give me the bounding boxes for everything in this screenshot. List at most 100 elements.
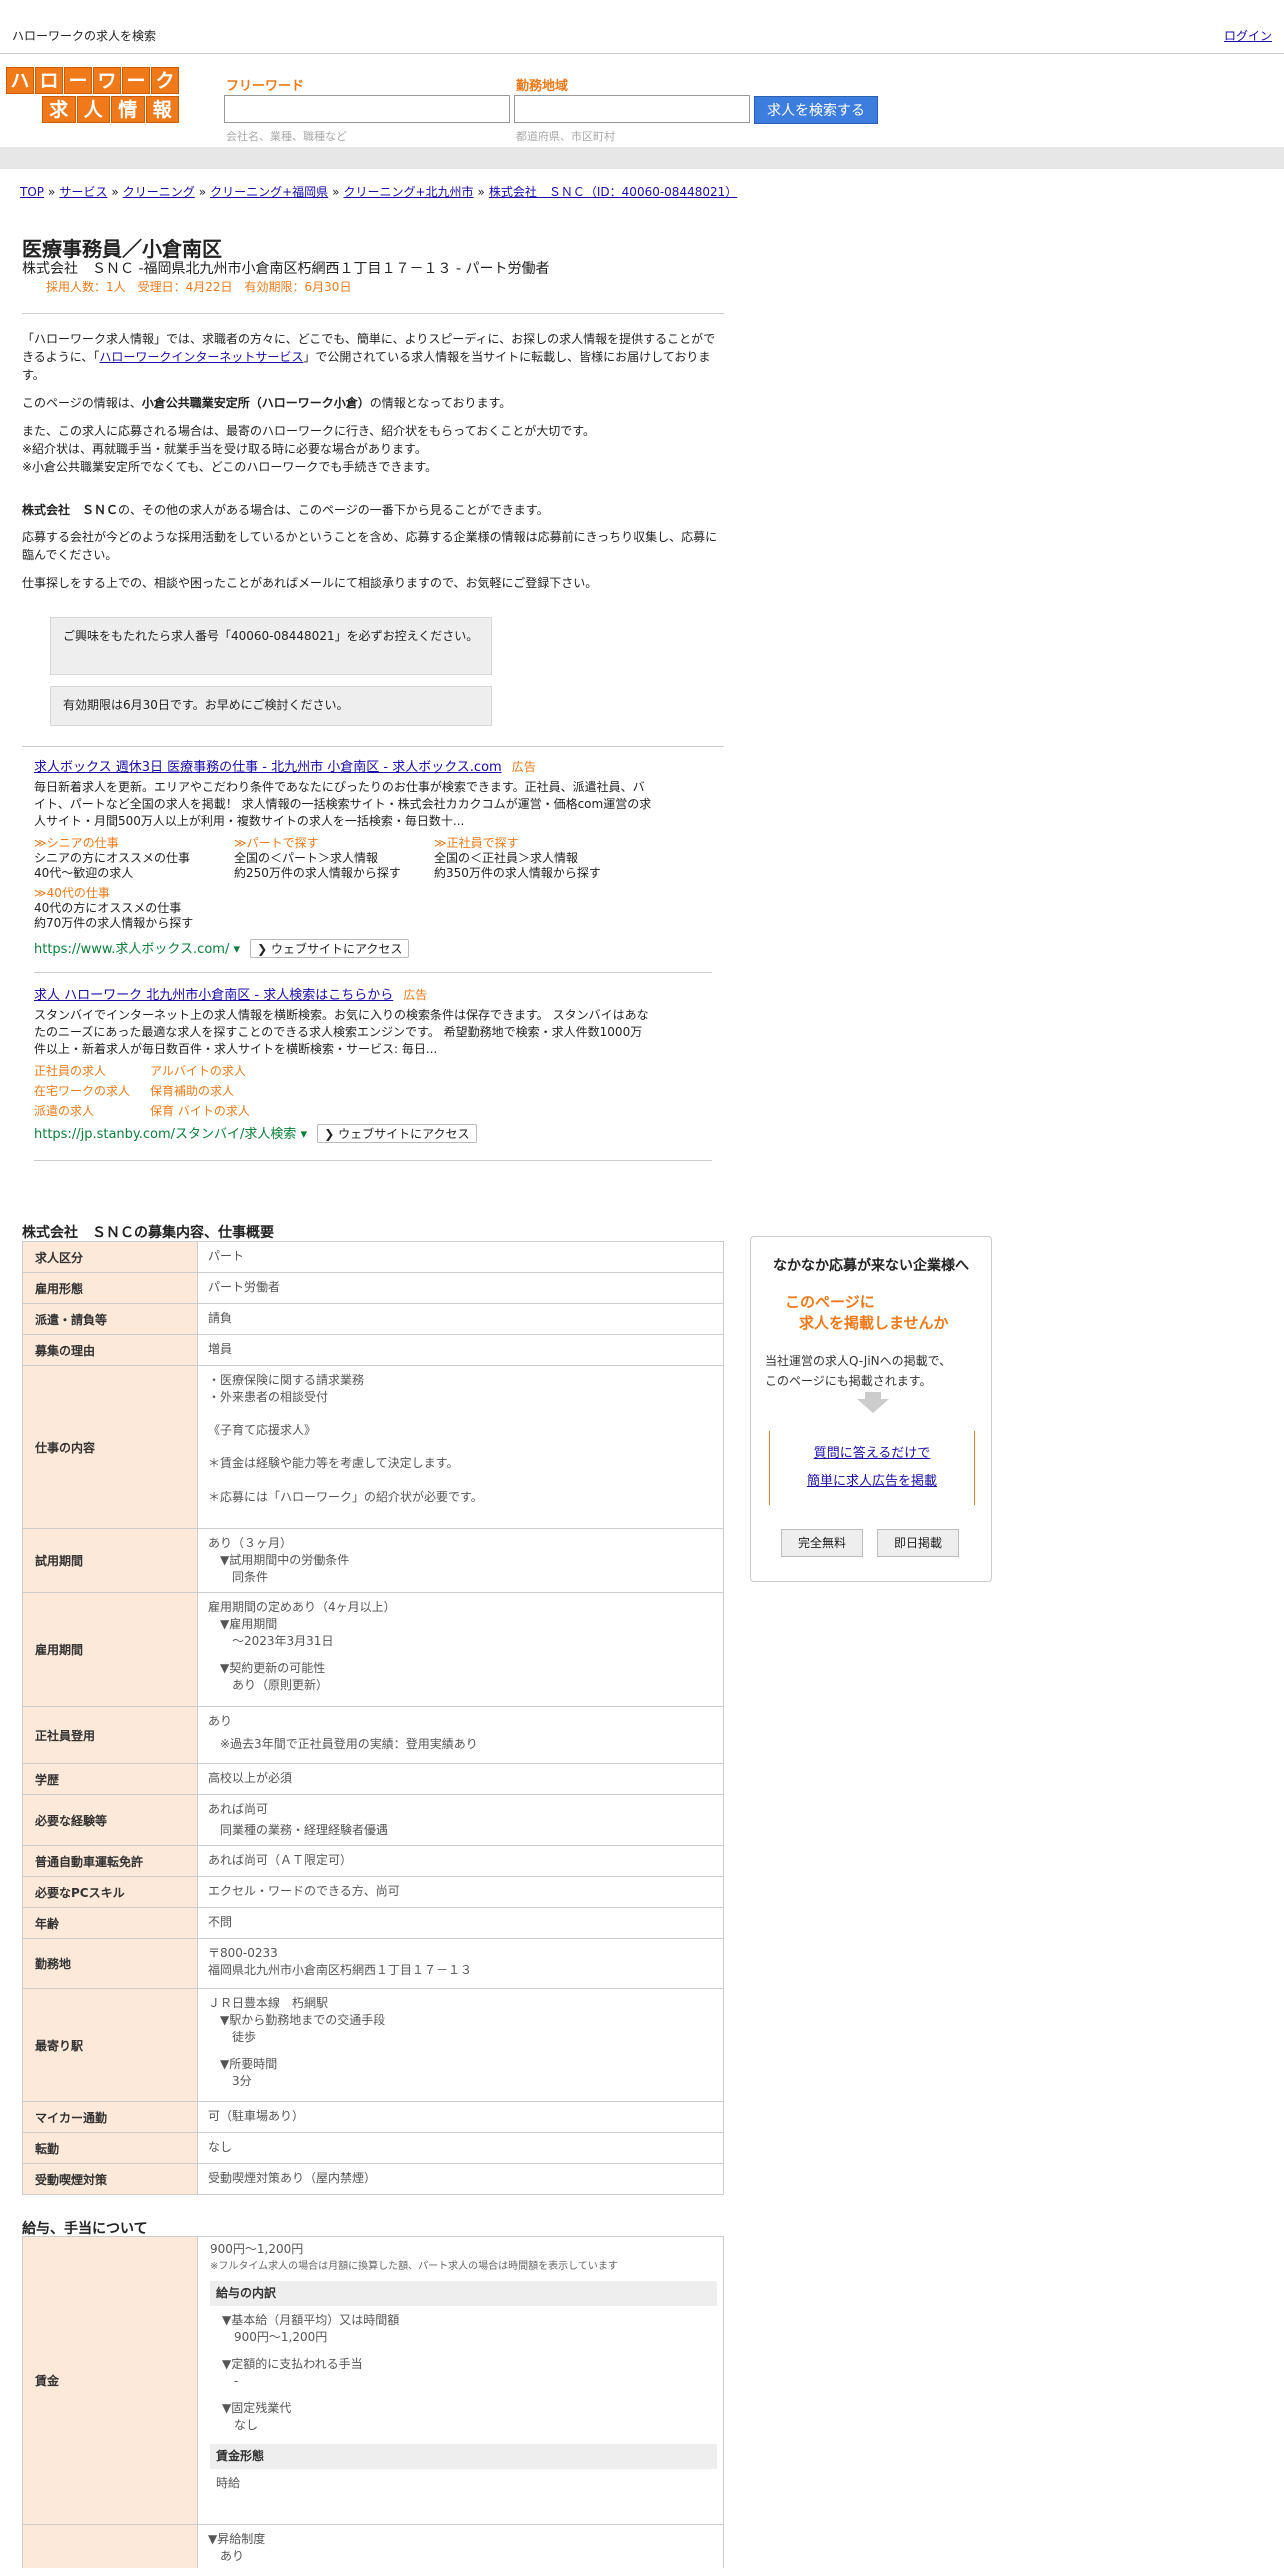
row-key: 普通自動車運転免許: [22, 1845, 198, 1877]
ad-title-link[interactable]: 求人ボックス 週休3日 医療事務の仕事 - 北九州市 小倉南区 - 求人ボックス…: [34, 760, 502, 775]
sitelink-label[interactable]: ≫40代の仕事: [34, 884, 234, 901]
value-line: ※過去3年間で正社員登用の実績：登用実績あり: [220, 1737, 478, 1751]
promo-text: 当社運営の求人Q-JiNへの掲載で、 このページにも掲載されます。: [765, 1351, 985, 1391]
ad-sitelink[interactable]: ≫パートで探す 全国の＜パート＞求人情報 約250万件の求人情報から探す: [234, 834, 434, 881]
row-key: 募集の理由: [22, 1334, 198, 1366]
sitelink-label[interactable]: ≫正社員で探す: [434, 834, 634, 851]
value-line: ＊応募には「ハローワーク」の紹介状が必要です。: [208, 1490, 483, 1504]
intro-paragraph-1: 「ハローワーク求人情報」では、求職者の方々に、どこでも、簡単に、よりスピーディに…: [22, 330, 722, 384]
ad-url[interactable]: https://www.求人ボックス.com/: [34, 942, 229, 957]
value-line: ＊賃金は経験や能力等を考慮して決定します。: [208, 1456, 459, 1470]
row-value: 可（駐車場あり）: [197, 2101, 724, 2133]
breadcrumb-cleaning-fukuoka[interactable]: クリーニング+福岡県: [210, 185, 328, 199]
breadcrumb-cleaning-kitakyushu[interactable]: クリーニング+北九州市: [343, 185, 473, 199]
sitelink-desc: 全国の＜正社員＞求人情報: [434, 851, 579, 865]
value-line: 同業種の業務・経理経験者優遇: [220, 1823, 389, 1837]
value-line: ▼定額的に支払われる手当: [222, 2357, 363, 2371]
deadline-note: 有効期限は6月30日です。お早めにご検討ください。: [50, 686, 492, 726]
value-line: 徒歩: [232, 2030, 257, 2044]
ad-sitelink[interactable]: ≫正社員で探す 全国の＜正社員＞求人情報 約350万件の求人情報から探す: [434, 834, 634, 881]
area-hint: 都道府県、市区町村: [516, 130, 615, 143]
value-line: あれば尚可: [208, 1802, 269, 1816]
logo-char: ー: [64, 67, 92, 94]
sitelink-label[interactable]: ≫パートで探す: [234, 834, 434, 851]
breadcrumb: TOP» サービス» クリーニング» クリーニング+福岡県» クリーニング+北九州市» 株…: [20, 185, 738, 199]
intro-paragraph-6: 仕事探しをする上での、相談や困ったことがあればメールにて相談承りますので、お気軽…: [22, 576, 598, 590]
site-logo[interactable]: ハ ロ ー ワ ー ク 求 人 情 報: [6, 67, 180, 125]
freeword-input[interactable]: [224, 95, 510, 123]
row-value: なし: [197, 2132, 724, 2164]
row-value: 900円〜1,200円 ※フルタイム求人の場合は月額に換算した額、パート求人の場…: [197, 2236, 724, 2525]
table-row: 派遣・請負等 請負: [22, 1303, 724, 1335]
row-key: 派遣・請負等: [22, 1303, 198, 1335]
value-line: ▼昇給制度: [208, 2532, 266, 2546]
ad-sitelink[interactable]: アルバイトの求人: [150, 1062, 290, 1079]
search-button[interactable]: 求人を検索する: [754, 96, 878, 124]
area-label: 勤務地域: [516, 79, 569, 94]
login-link[interactable]: ログイン: [1224, 27, 1272, 44]
same-day-button[interactable]: 即日掲載: [877, 1529, 959, 1557]
ad-sitelinks: ≫シニアの仕事 シニアの方にオススメの仕事 40代～歓迎の求人 ≫パートで探す 全国の…: [34, 834, 654, 934]
intro-text: また、この求人に応募される場合は、最寄のハローワークに行き、紹介状をもらっておく…: [22, 424, 596, 438]
ad-sitelink[interactable]: 在宅ワークの求人: [34, 1082, 150, 1099]
job-meta: 採用人数：1人 受理日：4月22日 有効期限：6月30日: [46, 280, 352, 294]
row-value: ＪＲ日豊本線 朽網駅 ▼駅から勤務地までの交通手段 徒歩 ▼所要時間 3分: [197, 1988, 724, 2102]
ad-url[interactable]: https://jp.stanby.com/スタンバイ/求人検索: [34, 1127, 296, 1142]
breadcrumb-cleaning[interactable]: クリーニング: [123, 185, 195, 199]
logo-char: 情: [111, 96, 145, 123]
value-line: ・外来患者の相談受付: [208, 1390, 329, 1404]
ad-sitelink[interactable]: ≫40代の仕事 40代の方にオススメの仕事 約70万件の求人情報から探す: [34, 884, 234, 931]
breadcrumb-top[interactable]: TOP: [20, 185, 44, 199]
divider: [22, 746, 724, 747]
row-key: マイカー通勤: [22, 2101, 198, 2133]
table-row: 仕事の内容 ・医療保険に関する請求業務 ・外来患者の相談受付 《子育て応援求人》…: [22, 1365, 724, 1529]
value-line: ▼試用期間中の労働条件: [220, 1553, 350, 1567]
freeword-label: フリーワード: [226, 79, 305, 94]
value-line: 福岡県北九州市小倉南区朽網西１丁目１７－１３: [208, 1963, 473, 1977]
ad-sitelinks: 正社員の求人 アルバイトの求人 在宅ワークの求人 保育補助の求人 派遣の求人 保…: [34, 1062, 654, 1119]
area-input[interactable]: [514, 95, 750, 123]
visit-website-button[interactable]: ❯ ウェブサイトにアクセス: [317, 1124, 477, 1143]
breadcrumb-service[interactable]: サービス: [59, 185, 107, 199]
row-key: 雇用形態: [22, 1272, 198, 1304]
ad-sitelink[interactable]: 派遣の求人: [34, 1102, 150, 1119]
row-key: 学歴: [22, 1763, 198, 1795]
value-line: ▼所要時間: [220, 2057, 278, 2071]
value-line: ▼雇用期間: [220, 1617, 278, 1631]
row-value: 請負: [197, 1303, 724, 1335]
breadcrumb-company[interactable]: 株式会社 ＳＮＣ（ID：40060-08448021）: [489, 185, 737, 199]
visit-website-button[interactable]: ❯ ウェブサイトにアクセス: [250, 939, 410, 958]
ad-badge: 広告: [403, 988, 428, 1002]
intro-text: の情報となっております。: [369, 396, 512, 410]
sitelink-desc: 全国の＜パート＞求人情報: [234, 851, 379, 865]
promo-text-line: 当社運営の求人Q-JiNへの掲載で、: [765, 1354, 952, 1368]
free-button[interactable]: 完全無料: [781, 1529, 863, 1557]
promo-text-line: このページにも掲載されます。: [765, 1374, 932, 1388]
logo-char: 求: [42, 96, 76, 123]
sitelink-label[interactable]: ≫シニアの仕事: [34, 834, 234, 851]
value-line: ▼駅から勤務地までの交通手段: [220, 2013, 386, 2027]
ad-sitelink[interactable]: ≫シニアの仕事 シニアの方にオススメの仕事 40代～歓迎の求人: [34, 834, 234, 881]
ad-sitelink[interactable]: 保育補助の求人: [150, 1082, 290, 1099]
value-line: 同条件: [232, 1570, 269, 1584]
sitelink-desc: 40代の方にオススメの仕事: [34, 901, 182, 915]
ad-title-link[interactable]: 求人 ハローワーク 北九州市小倉南区 - 求人検索はこちらから: [34, 988, 393, 1003]
sitelink-desc: 約70万件の求人情報から探す: [34, 916, 194, 930]
salary-note: ※フルタイム求人の場合は月額に換算した額、パート求人の場合は時間額を表示していま…: [210, 2261, 618, 2272]
ad-badge: 広告: [511, 760, 536, 774]
table-row: 普通自動車運転免許 あれば尚可（ＡＴ限定可）: [22, 1845, 724, 1877]
row-value: あり（３ヶ月） ▼試用期間中の労働条件 同条件: [197, 1528, 724, 1593]
ad-sitelink[interactable]: 正社員の求人: [34, 1062, 150, 1079]
section-heading-salary: 給与、手当について: [22, 2221, 148, 2237]
row-key: 必要なPCスキル: [22, 1876, 198, 1908]
header-divider: [0, 147, 1284, 169]
value-line: 3分: [232, 2074, 252, 2088]
row-key: 必要な経験等: [22, 1794, 198, 1846]
row-value: あり ※過去3年間で正社員登用の実績：登用実績あり: [197, 1706, 724, 1764]
promo-link[interactable]: 簡単に求人広告を掲載: [770, 1468, 974, 1496]
hellowork-internet-link[interactable]: ハローワークインターネットサービス: [99, 350, 303, 364]
promo-link[interactable]: 質問に答えるだけで: [770, 1440, 974, 1468]
table-row: 雇用期間 雇用期間の定めあり（4ヶ月以上） ▼雇用期間 〜2023年3月31日 …: [22, 1592, 724, 1707]
row-key: 受動喫煙対策: [22, 2163, 198, 2195]
ad-sitelink[interactable]: 保育 バイトの求人: [150, 1102, 290, 1119]
